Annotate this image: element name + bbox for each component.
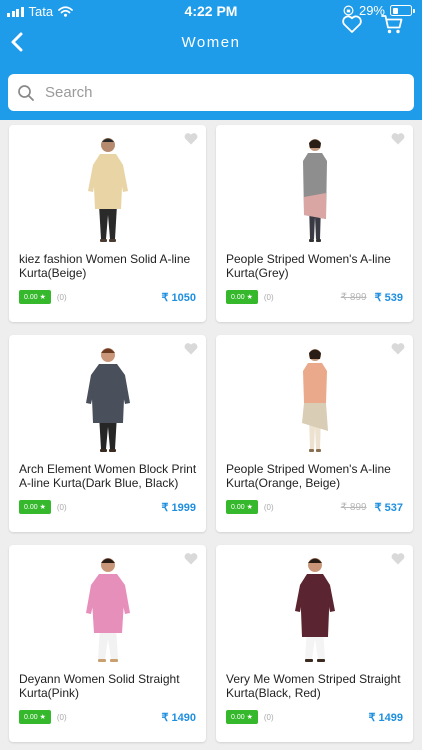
product-image (216, 135, 413, 245)
page-title: Women (181, 34, 241, 51)
sale-price: ₹ 1490 (161, 711, 196, 724)
kurta-figure (302, 139, 327, 242)
product-name: Very Me Women Striped Straight Kurta(Bla… (226, 672, 401, 700)
price-group: ₹ 1050 (153, 291, 196, 304)
search-icon (18, 84, 34, 101)
sale-price: ₹ 1499 (368, 711, 403, 724)
rating-badge: 0.00 ★ (226, 500, 258, 514)
rating-count: (0) (56, 712, 67, 722)
price-group: ₹ 1999 (153, 501, 196, 514)
product-grid: kiez fashion Women Solid A-line Kurta(Be… (0, 120, 422, 750)
product-image (9, 345, 206, 455)
product-name: kiez fashion Women Solid A-line Kurta(Be… (19, 252, 191, 280)
rating-badge: 0.00 ★ (19, 290, 51, 304)
cart-icon[interactable] (380, 13, 404, 35)
product-name: Deyann Women Solid Straight Kurta(Pink) (19, 672, 180, 700)
price-group: ₹ 1499 (360, 711, 403, 724)
price-group: ₹ 899 ₹ 537 (341, 501, 403, 514)
product-card[interactable]: People Striped Women's A-line Kurta(Grey… (216, 125, 413, 322)
sale-price: ₹ 1999 (161, 501, 196, 514)
kurta-figure (85, 558, 130, 662)
kurta-figure (87, 138, 128, 242)
product-name: People Striped Women's A-line Kurta(Grey… (226, 252, 391, 280)
rating-count: (0) (56, 292, 67, 302)
search-input[interactable] (45, 84, 385, 101)
product-meta: 0.00 ★ (0) ₹ 899 ₹ 537 (226, 499, 403, 515)
product-name: Arch Element Women Block Print A-line Ku… (19, 462, 197, 490)
original-price: ₹ 899 (340, 501, 367, 513)
sale-price: ₹ 539 (374, 291, 403, 304)
kurta-figure (301, 349, 328, 452)
product-card[interactable]: Very Me Women Striped Straight Kurta(Bla… (216, 545, 413, 742)
product-card[interactable]: Arch Element Women Block Print A-line Ku… (9, 335, 206, 532)
rating-count: (0) (263, 502, 274, 512)
price-group: ₹ 1490 (153, 711, 196, 724)
kurta-figure (294, 558, 335, 662)
product-meta: 0.00 ★ (0) ₹ 899 ₹ 539 (226, 289, 403, 305)
kurta-figure (85, 348, 130, 452)
rating-badge: 0.00 ★ (226, 710, 258, 724)
product-card[interactable]: kiez fashion Women Solid A-line Kurta(Be… (9, 125, 206, 322)
product-image (216, 555, 413, 665)
product-meta: 0.00 ★ (0) ₹ 1999 (19, 499, 196, 515)
rating-count: (0) (56, 502, 67, 512)
price-group: ₹ 899 ₹ 539 (341, 291, 403, 304)
wishlist-icon[interactable] (341, 13, 363, 35)
rating-badge: 0.00 ★ (19, 710, 51, 724)
rating-count: (0) (263, 712, 274, 722)
rating-count: (0) (263, 292, 274, 302)
rating-badge: 0.00 ★ (226, 290, 258, 304)
rating-badge: 0.00 ★ (19, 500, 51, 514)
product-meta: 0.00 ★ (0) ₹ 1499 (226, 709, 403, 725)
product-image (9, 135, 206, 245)
product-card[interactable]: People Striped Women's A-line Kurta(Oran… (216, 335, 413, 532)
product-card[interactable]: Deyann Women Solid Straight Kurta(Pink) … (9, 545, 206, 742)
app-header: Tata 4:22 PM 29% Women (0, 0, 422, 120)
original-price: ₹ 899 (340, 291, 367, 303)
product-meta: 0.00 ★ (0) ₹ 1050 (19, 289, 196, 305)
search-bar[interactable] (8, 74, 414, 111)
sale-price: ₹ 537 (374, 501, 403, 514)
product-image (9, 555, 206, 665)
sale-price: ₹ 1050 (161, 291, 196, 304)
product-name: People Striped Women's A-line Kurta(Oran… (226, 462, 391, 490)
product-image (216, 345, 413, 455)
product-meta: 0.00 ★ (0) ₹ 1490 (19, 709, 196, 725)
